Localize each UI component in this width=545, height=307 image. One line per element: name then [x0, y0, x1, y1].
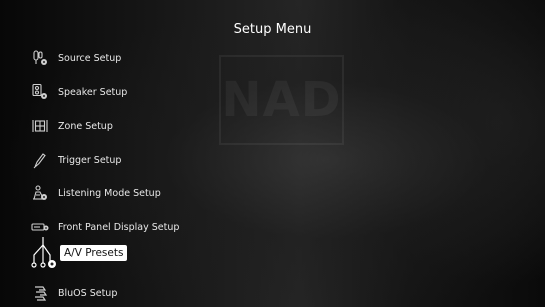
menu-item-label: Zone Setup — [58, 120, 113, 132]
menu-item-front-panel-display-setup[interactable]: Front Panel Display Setup — [30, 217, 179, 237]
bluos-icon — [30, 283, 50, 303]
menu-item-label: Listening Mode Setup — [58, 187, 161, 199]
menu-item-label: BluOS Setup — [58, 287, 118, 299]
menu-item-label: Source Setup — [58, 52, 122, 64]
av-presets-icon — [28, 235, 58, 271]
menu-item-label: Speaker Setup — [58, 86, 128, 98]
menu-item-source-setup[interactable]: Source Setup — [30, 48, 121, 68]
nad-watermark-logo: NAD — [219, 55, 344, 145]
page-title: Setup Menu — [233, 22, 312, 37]
menu-item-zone-setup[interactable]: Zone Setup — [30, 116, 113, 136]
menu-item-av-presets[interactable]: A/V Presets — [28, 237, 128, 268]
menu-item-speaker-setup[interactable]: Speaker Setup — [30, 82, 127, 102]
watermark-text: NAD — [221, 72, 342, 128]
source-setup-icon — [30, 48, 50, 68]
trigger-setup-icon — [30, 150, 50, 170]
menu-item-label: Trigger Setup — [58, 154, 122, 166]
menu-item-trigger-setup[interactable]: Trigger Setup — [30, 150, 121, 170]
zone-setup-icon — [30, 116, 50, 136]
menu-item-listening-mode-setup[interactable]: Listening Mode Setup — [30, 183, 161, 203]
menu-item-label: A/V Presets — [60, 245, 128, 261]
setup-menu-screen: NAD Setup Menu Source Setup Speaker Setu… — [0, 0, 545, 307]
front-panel-display-icon — [30, 217, 50, 237]
menu-item-bluos-setup[interactable]: BluOS Setup — [30, 283, 117, 303]
menu-item-label: Front Panel Display Setup — [58, 221, 180, 233]
listening-mode-icon — [30, 183, 50, 203]
speaker-setup-icon — [30, 82, 50, 102]
